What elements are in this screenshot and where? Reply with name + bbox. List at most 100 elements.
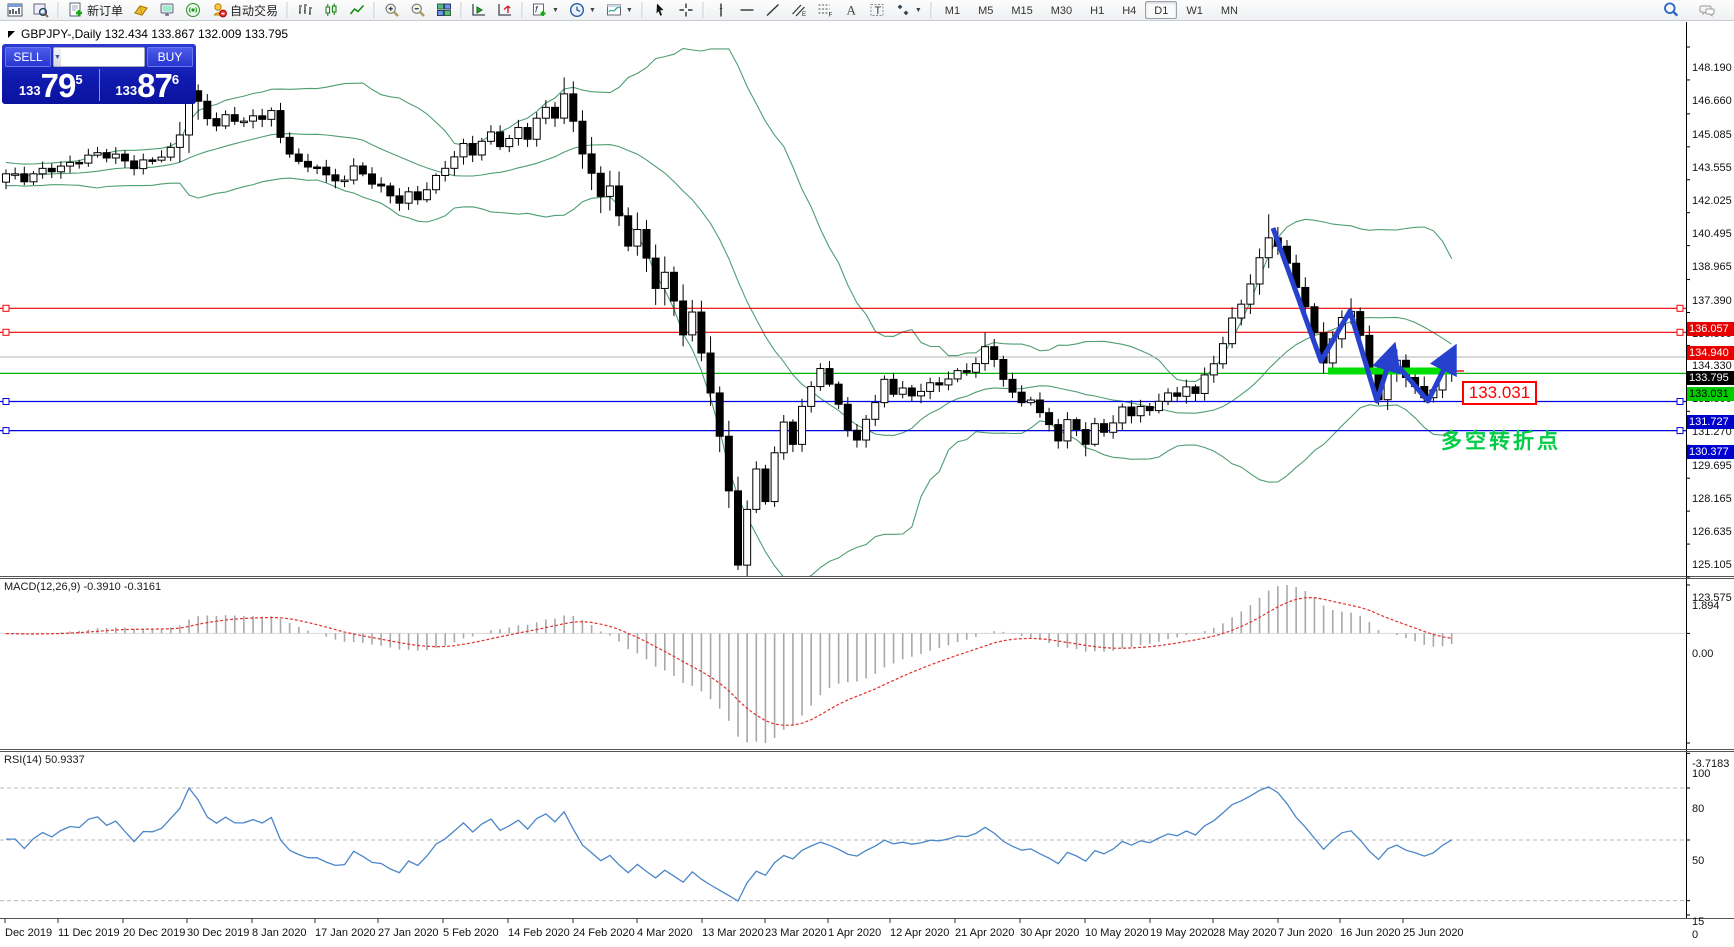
chat-button[interactable] bbox=[1694, 1, 1720, 20]
timeframe-m1-button[interactable]: M1 bbox=[936, 1, 969, 19]
axis-tick-label: 140.495 bbox=[1692, 227, 1732, 240]
indicators-list-button[interactable]: f ▼ bbox=[527, 1, 564, 20]
volume-decrease-button[interactable]: ▼ bbox=[54, 48, 61, 66]
vertical-line-button[interactable] bbox=[708, 1, 734, 20]
svg-text:E: E bbox=[802, 12, 806, 18]
bull-candle bbox=[66, 161, 75, 167]
bar-chart-mode-button[interactable] bbox=[292, 1, 318, 20]
timeframe-d1-button[interactable]: D1 bbox=[1145, 1, 1178, 19]
bull-candle bbox=[1209, 363, 1218, 376]
date-tick-label: 17 Jan 2020 bbox=[315, 927, 376, 939]
sell-price[interactable]: 133 79 5 bbox=[5, 68, 97, 102]
crosshair-button[interactable] bbox=[673, 1, 699, 20]
line-handle[interactable] bbox=[2, 328, 10, 336]
text-label-button[interactable]: T bbox=[864, 1, 890, 20]
candle-chart-mode-button[interactable] bbox=[318, 1, 344, 20]
chart-shift-button[interactable] bbox=[492, 1, 518, 20]
bull-candle bbox=[1118, 406, 1127, 424]
bear-candle bbox=[294, 153, 303, 162]
new-order-label: 新订单 bbox=[87, 3, 124, 18]
line-chart-mode-button[interactable] bbox=[344, 1, 370, 20]
line-handle[interactable] bbox=[1676, 398, 1684, 405]
signals-button[interactable] bbox=[180, 1, 206, 20]
profile-search-icon bbox=[33, 2, 49, 18]
axis-tick-label: 80 bbox=[1692, 803, 1705, 815]
date-tick-label: 30 Apr 2020 bbox=[1020, 927, 1080, 939]
line-handle[interactable] bbox=[2, 398, 10, 405]
bull-candle bbox=[1136, 406, 1145, 417]
line-handle[interactable] bbox=[1676, 304, 1684, 312]
volume-input[interactable] bbox=[60, 48, 144, 66]
line-handle[interactable] bbox=[2, 427, 10, 435]
bull-candle bbox=[1246, 283, 1255, 305]
bull-candle bbox=[239, 120, 248, 124]
bear-candle bbox=[852, 429, 861, 441]
sell-button[interactable]: SELL bbox=[5, 47, 51, 67]
chart-canvas[interactable] bbox=[0, 22, 1734, 947]
axis-tick-label: 1.894 bbox=[1692, 600, 1720, 612]
horizontal-line-button[interactable] bbox=[734, 1, 760, 20]
collapse-panel-icon[interactable] bbox=[8, 30, 15, 38]
bear-candle bbox=[1173, 392, 1182, 397]
bull-candle bbox=[926, 382, 935, 392]
timeframe-m30-button[interactable]: M30 bbox=[1042, 1, 1081, 19]
timeframe-h4-button[interactable]: H4 bbox=[1113, 1, 1145, 19]
dropdown-arrow-icon[interactable]: ▼ bbox=[915, 7, 922, 14]
zoom-in-button[interactable] bbox=[379, 1, 405, 20]
periods-button[interactable]: ▼ bbox=[564, 1, 601, 20]
monitor-icon bbox=[159, 2, 175, 18]
bear-candle bbox=[1035, 399, 1044, 414]
bull-candle bbox=[166, 146, 175, 158]
zoom-out-button[interactable] bbox=[405, 1, 431, 20]
timeframe-m15-button[interactable]: M15 bbox=[1002, 1, 1041, 19]
timeframe-m5-button[interactable]: M5 bbox=[969, 1, 1002, 19]
date-tick-label: 30 Dec 2019 bbox=[187, 927, 250, 939]
price-annotation-tag[interactable]: 133.031 bbox=[1462, 381, 1537, 405]
dropdown-arrow-icon[interactable]: ▼ bbox=[626, 7, 633, 14]
timeframe-h1-button[interactable]: H1 bbox=[1081, 1, 1113, 19]
dropdown-arrow-icon[interactable]: ▼ bbox=[552, 7, 559, 14]
bear-candle bbox=[75, 161, 84, 165]
line-handle[interactable] bbox=[1676, 328, 1684, 336]
bull-candle bbox=[1026, 399, 1035, 404]
search-button[interactable] bbox=[1658, 1, 1684, 20]
bull-candle bbox=[1063, 419, 1072, 442]
arrows-button[interactable]: ▼ bbox=[890, 1, 927, 20]
tile-windows-button[interactable] bbox=[431, 1, 457, 20]
bear-candle bbox=[578, 120, 587, 155]
date-tick-label: 19 May 2020 bbox=[1150, 927, 1214, 939]
tile-icon bbox=[436, 2, 452, 18]
line-handle[interactable] bbox=[1676, 427, 1684, 435]
charts-window-button[interactable] bbox=[2, 1, 28, 20]
line-handle[interactable] bbox=[2, 304, 10, 312]
svg-text:F: F bbox=[828, 13, 832, 19]
terminal-button[interactable] bbox=[154, 1, 180, 20]
trend-line-button[interactable] bbox=[760, 1, 786, 20]
bear-candle bbox=[20, 173, 29, 183]
date-tick-label: 23 Mar 2020 bbox=[765, 927, 827, 939]
bear-candle bbox=[962, 370, 971, 373]
profile-button[interactable] bbox=[28, 1, 54, 20]
bear-candle bbox=[523, 127, 532, 140]
text-button[interactable]: A bbox=[838, 1, 864, 20]
timeframe-mn-button[interactable]: MN bbox=[1212, 1, 1247, 19]
equidistant-channel-button[interactable]: E bbox=[786, 1, 812, 20]
fibonacci-retracement-button[interactable]: F bbox=[812, 1, 838, 20]
dropdown-arrow-icon[interactable]: ▼ bbox=[589, 7, 596, 14]
auto-scroll-button[interactable] bbox=[466, 1, 492, 20]
cursor-button[interactable] bbox=[647, 1, 673, 20]
svg-text:T: T bbox=[874, 5, 881, 17]
templates-button[interactable]: ▼ bbox=[601, 1, 638, 20]
buy-price[interactable]: 133 87 6 bbox=[102, 68, 194, 102]
new-order-button[interactable]: 新订单 bbox=[63, 1, 128, 20]
timeframe-w1-button[interactable]: W1 bbox=[1177, 1, 1212, 19]
auto-trading-label: 自动交易 bbox=[230, 3, 279, 18]
market-book-button[interactable] bbox=[128, 1, 154, 20]
bear-candle bbox=[258, 115, 267, 120]
date-tick-label: 12 Apr 2020 bbox=[890, 927, 950, 939]
axis-tick-label: 125.105 bbox=[1692, 559, 1732, 572]
bear-candle bbox=[1017, 391, 1026, 404]
auto-trading-button[interactable]: 自动交易 bbox=[206, 1, 283, 20]
bull-candle bbox=[486, 131, 495, 142]
buy-button[interactable]: BUY bbox=[147, 47, 193, 67]
